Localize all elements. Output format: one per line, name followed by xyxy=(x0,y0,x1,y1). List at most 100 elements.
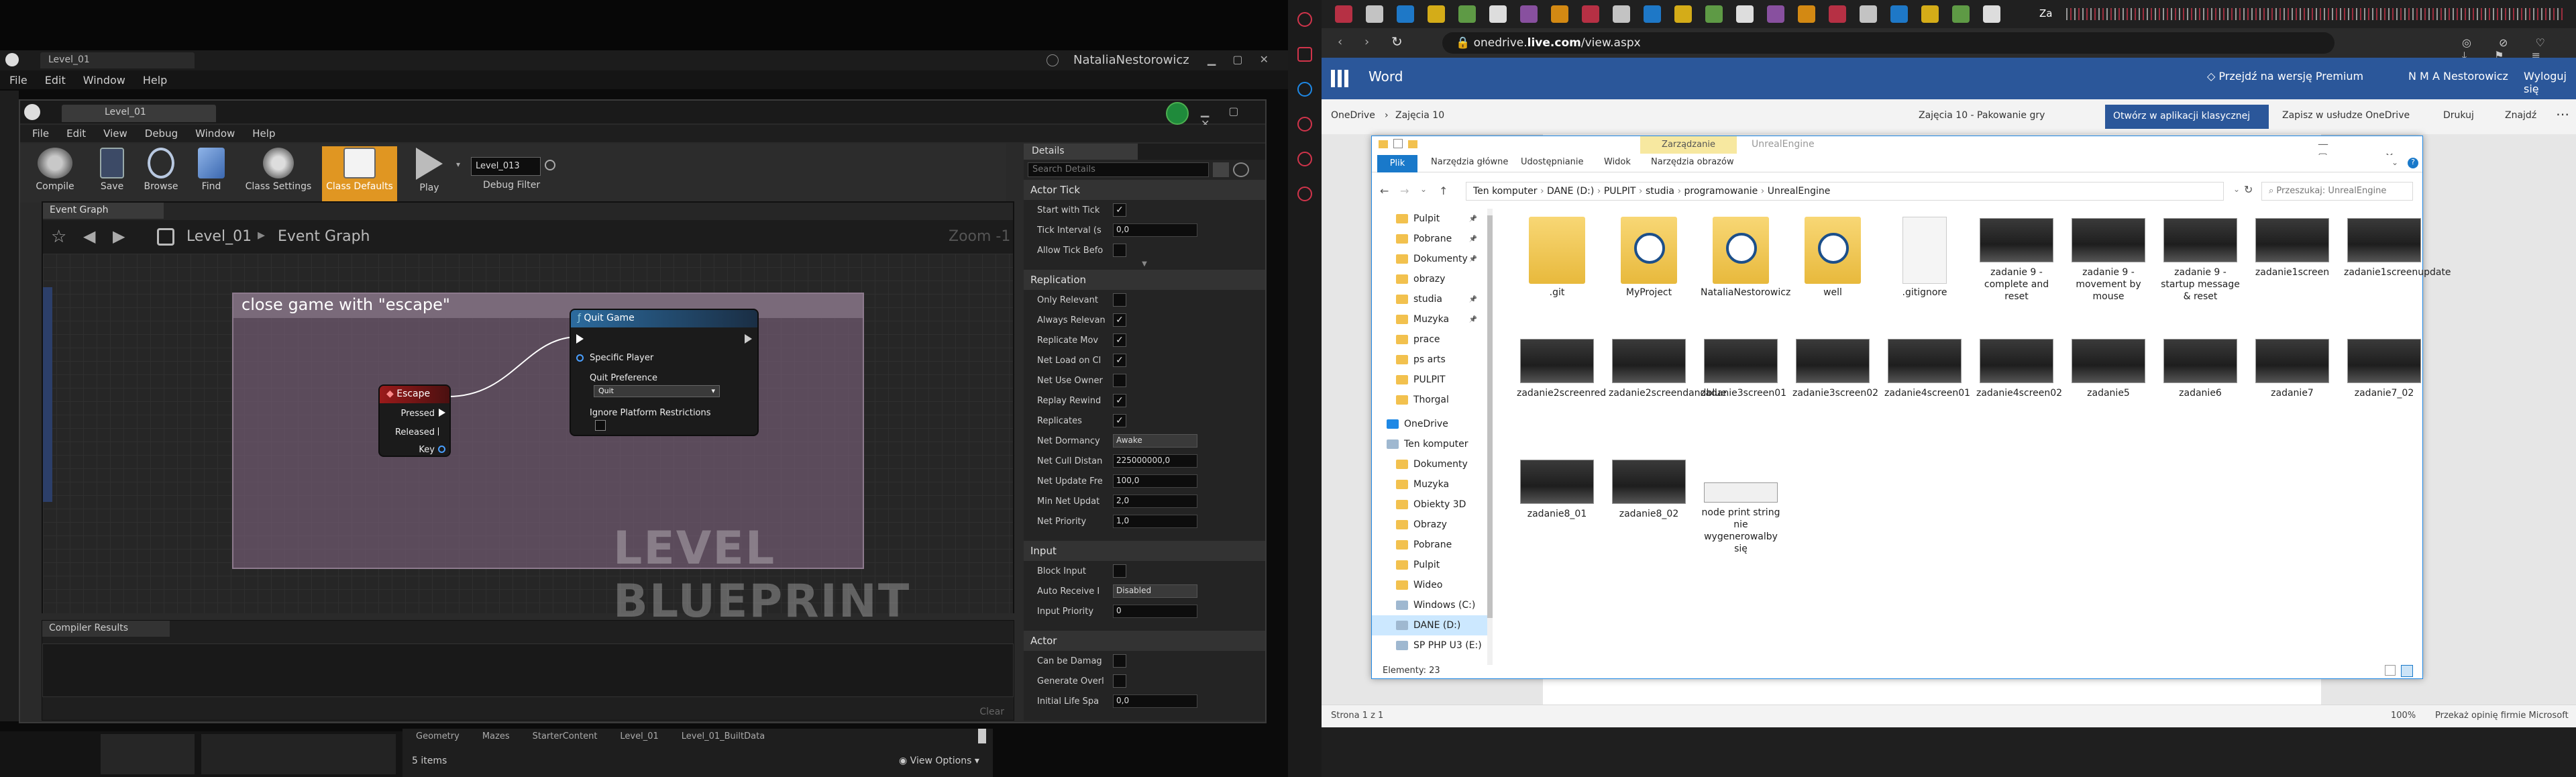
properties-icon[interactable] xyxy=(1393,139,1403,148)
property-checkbox[interactable] xyxy=(1113,654,1126,668)
nav-item[interactable]: Pulpit xyxy=(1372,555,1492,575)
browser-tab-icon[interactable] xyxy=(1489,5,1507,23)
property-checkbox[interactable]: ✓ xyxy=(1113,203,1126,217)
open-desktop-button[interactable]: Otwórz w aplikacji klasycznej xyxy=(2105,105,2269,129)
exec-in-pin-icon[interactable] xyxy=(576,334,584,344)
help-icon[interactable]: ? xyxy=(2408,158,2418,168)
browser-tab-icon[interactable] xyxy=(1798,5,1815,23)
nav-item[interactable]: Obrazy xyxy=(1372,515,1492,535)
file-item[interactable]: zadanie1screen xyxy=(2252,217,2332,331)
property-number-field[interactable]: 2,0 xyxy=(1113,495,1197,508)
file-item[interactable]: zadanie3screen02 xyxy=(1792,338,1878,452)
file-item[interactable]: .gitignore xyxy=(1884,217,1965,331)
property-dropdown[interactable]: Awake xyxy=(1113,434,1197,448)
bp-menu-file[interactable]: File xyxy=(32,127,49,140)
save-onedrive-button[interactable]: Zapisz w usłudze OneDrive xyxy=(2282,110,2410,121)
nav-item[interactable]: Obiekty 3D xyxy=(1372,495,1492,515)
details-view-icon[interactable] xyxy=(2385,665,2396,676)
menu-window[interactable]: Window xyxy=(83,74,125,87)
key-pin-icon[interactable] xyxy=(438,446,445,453)
exec-pin-released-icon[interactable] xyxy=(439,427,445,435)
browser-tab-icon[interactable] xyxy=(1551,5,1568,23)
property-checkbox[interactable] xyxy=(1113,374,1126,387)
ue-main-tab[interactable]: Level_01 xyxy=(40,52,195,68)
exec-out-pin-icon[interactable] xyxy=(745,334,752,344)
property-checkbox[interactable] xyxy=(1113,564,1126,578)
property-number-field[interactable]: 100,0 xyxy=(1113,474,1197,488)
nav-item[interactable]: Muzyka xyxy=(1372,474,1492,495)
premium-link[interactable]: ◇ Przejdź na wersję Premium xyxy=(2207,70,2363,83)
section-input[interactable]: Input xyxy=(1024,541,1265,561)
file-item[interactable]: MyProject xyxy=(1609,217,1689,331)
more-options-icon[interactable]: ⋯ xyxy=(2556,106,2569,122)
file-item[interactable]: zadanie3screen01 xyxy=(1701,338,1786,452)
nav-item[interactable]: PULPIT xyxy=(1372,370,1492,390)
find-button[interactable]: Znajdź xyxy=(2505,110,2536,121)
eye-icon[interactable] xyxy=(1233,162,1249,177)
nav-item[interactable]: studia 📌 xyxy=(1372,289,1492,309)
bp-menu-help[interactable]: Help xyxy=(252,127,275,140)
class-defaults-button[interactable]: Class Defaults xyxy=(322,146,397,201)
path-segment[interactable]: programowanie xyxy=(1684,186,1758,197)
explorer-path-bar[interactable]: Ten komputer › DANE (D:) › PULPIT › stud… xyxy=(1466,182,2224,201)
property-checkbox[interactable]: ✓ xyxy=(1113,313,1126,327)
property-number-field[interactable]: 1,0 xyxy=(1113,515,1197,528)
nav-item[interactable]: OneDrive xyxy=(1372,414,1492,434)
debug-object-select[interactable]: Level_013 xyxy=(471,157,541,176)
pin-icon[interactable]: 📌 xyxy=(1469,236,1477,243)
logout-link[interactable]: Wyloguj się xyxy=(2524,70,2576,95)
browser-tab-icon[interactable] xyxy=(1736,5,1754,23)
browser-tab-icon[interactable] xyxy=(1397,5,1414,23)
file-item[interactable]: zadanie7_02 xyxy=(2344,338,2424,452)
browser-tab-icon[interactable] xyxy=(1952,5,1970,23)
messenger-icon[interactable] xyxy=(1297,47,1312,62)
breadcrumb-level[interactable]: Level_01 xyxy=(186,228,252,245)
ribbon-expand-icon[interactable]: ⌄ xyxy=(2392,158,2398,167)
section-actor[interactable]: Actor xyxy=(1024,631,1265,651)
ribbon-home[interactable]: Narzędzia główne xyxy=(1431,157,1508,167)
property-number-field[interactable]: 0,0 xyxy=(1113,223,1197,237)
browser-tab-icon[interactable] xyxy=(1458,5,1476,23)
folder-mazes[interactable]: Mazes xyxy=(482,731,510,741)
menu-edit[interactable]: Edit xyxy=(45,74,66,87)
file-item[interactable]: zadanie 9 - movement by mouse xyxy=(2068,217,2149,331)
path-segment[interactable]: Ten komputer xyxy=(1473,186,1538,197)
nav-scrollbar[interactable] xyxy=(1487,209,1493,665)
file-item[interactable]: zadanie2screenred xyxy=(1517,338,1606,452)
event-graph-tab[interactable]: Event Graph xyxy=(43,203,164,219)
ue-window-controls[interactable]: ▁ ▢ ✕ xyxy=(1208,53,1275,66)
nav-item[interactable]: Muzyka 📌 xyxy=(1372,309,1492,329)
play-dropdown-icon[interactable]: ▾ xyxy=(456,160,460,169)
player-pin-icon[interactable] xyxy=(576,354,584,362)
browser-tab-icon[interactable] xyxy=(1644,5,1661,23)
path-segment[interactable]: studia xyxy=(1646,186,1674,197)
path-segment[interactable]: UnrealEngine xyxy=(1768,186,1831,197)
path-separator-icon[interactable]: › xyxy=(1635,186,1646,197)
details-tab[interactable]: Details xyxy=(1024,144,1138,160)
nav-item[interactable]: Pulpit 📌 xyxy=(1372,209,1492,229)
graph-canvas[interactable]: close game with "escape" ◆ Escape Presse… xyxy=(43,254,1013,628)
zoom-status[interactable]: 100% xyxy=(2391,711,2416,721)
nav-item[interactable]: Pobrane xyxy=(1372,535,1492,555)
recent-dropdown-icon[interactable]: ⌄ xyxy=(1420,185,1427,194)
property-number-field[interactable]: 225000000,0 xyxy=(1113,454,1197,468)
scrollbar-thumb[interactable] xyxy=(978,729,986,743)
nav-item[interactable]: DANE (D:) xyxy=(1372,615,1492,635)
nav-scrollbar-thumb[interactable] xyxy=(1487,215,1493,618)
browser-tab-icon[interactable] xyxy=(1613,5,1630,23)
refresh-icon[interactable]: ↻ xyxy=(2244,183,2253,196)
file-item[interactable]: zadanie4screen02 xyxy=(1976,338,2062,452)
property-checkbox[interactable]: ✓ xyxy=(1113,414,1126,427)
ribbon-file[interactable]: Plik xyxy=(1377,155,1417,172)
browser-tab-icon[interactable] xyxy=(1860,5,1877,23)
forward-icon[interactable]: › xyxy=(1364,35,1369,49)
property-checkbox[interactable]: ✓ xyxy=(1113,394,1126,407)
browser-tab-icon[interactable] xyxy=(1890,5,1908,23)
nav-item[interactable]: Thorgal xyxy=(1372,390,1492,410)
debug-search-icon[interactable] xyxy=(545,160,555,170)
folder-startercontent[interactable]: StarterContent xyxy=(533,731,598,741)
property-number-field[interactable]: 0,0 xyxy=(1113,694,1197,708)
bp-menu-debug[interactable]: Debug xyxy=(145,127,178,140)
ribbon-view[interactable]: Widok xyxy=(1604,157,1631,167)
property-checkbox[interactable] xyxy=(1113,674,1126,688)
